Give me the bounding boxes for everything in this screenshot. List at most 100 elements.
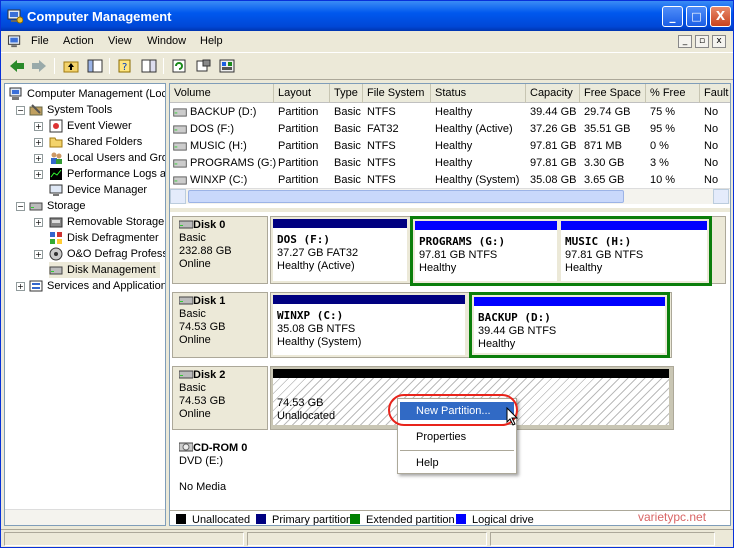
expand-icon[interactable]: + xyxy=(34,138,43,147)
back-arrow-icon[interactable] xyxy=(7,57,27,75)
column-header[interactable]: Layout xyxy=(274,84,330,103)
disk-status: Online xyxy=(179,258,211,270)
table-row[interactable]: WINXP (C:) Partition Basic NTFS Healthy (Sys… xyxy=(170,172,730,189)
scroll-left-button[interactable] xyxy=(170,189,186,204)
column-header[interactable]: Type xyxy=(330,84,363,103)
disk-settings-icon[interactable] xyxy=(217,57,237,75)
partition-bar xyxy=(561,221,707,230)
table-row[interactable]: PROGRAMS (G:) Partition Basic NTFS Healthy 97… xyxy=(170,155,730,172)
tree-label: Local Users and Gro xyxy=(67,152,166,164)
close-button[interactable]: X xyxy=(710,6,731,27)
tree-horizontal-scrollbar[interactable] xyxy=(5,509,165,525)
partition-programs-g[interactable]: PROGRAMS (G:) 97.81 GB NTFS Healthy xyxy=(415,221,557,281)
disk-name: CD-ROM 0 xyxy=(193,442,248,454)
scroll-right-button[interactable] xyxy=(713,189,729,204)
partition-name: WINXP (C:) xyxy=(277,309,344,322)
partition-name: MUSIC (H:) xyxy=(565,235,632,248)
column-header[interactable]: Status xyxy=(431,84,526,103)
scrollbar-thumb[interactable] xyxy=(188,190,624,203)
table-cell: NTFS xyxy=(367,106,396,118)
partition-dos-f[interactable]: DOS (F:) 37.27 GB FAT32 Healthy (Active) xyxy=(273,219,407,281)
disk-status: Online xyxy=(179,408,211,420)
table-cell: 75 % xyxy=(650,106,676,118)
table-row[interactable]: MUSIC (H:) Partition Basic NTFS Healthy 97.81… xyxy=(170,138,730,155)
table-cell: 10 % xyxy=(650,174,676,186)
legend-swatch xyxy=(256,514,266,524)
table-cell: 3.30 GB xyxy=(584,157,625,169)
tree-item-disk-management[interactable]: Disk Management xyxy=(49,262,160,278)
table-cell: Basic xyxy=(334,174,361,186)
menu-item-properties[interactable]: Properties xyxy=(400,428,514,446)
disk-1-label[interactable]: Disk 1 Basic 74.53 GB Online xyxy=(172,292,268,358)
menu-view[interactable]: View xyxy=(108,35,132,47)
legend-label: Logical drive xyxy=(472,514,534,526)
event-viewer-icon xyxy=(49,119,63,133)
table-row[interactable]: DOS (F:) Partition Basic FAT32 Healthy (Acti… xyxy=(170,121,730,138)
console-tree: Computer Management (Loc − System Tools … xyxy=(4,83,166,526)
svg-text:?: ? xyxy=(122,62,127,73)
table-cell: 97.81 GB xyxy=(530,140,577,152)
partition-backup-d[interactable]: BACKUP (D:) 39.44 GB NTFS Healthy xyxy=(474,297,665,353)
app-menu-icon[interactable] xyxy=(7,34,23,49)
forward-arrow-icon[interactable] xyxy=(29,57,49,75)
menu-action[interactable]: Action xyxy=(63,35,94,47)
partition-status: Healthy xyxy=(419,262,457,274)
volume-list-horizontal-scrollbar[interactable] xyxy=(170,188,730,204)
child-minimize-button[interactable]: _ xyxy=(678,35,692,48)
partition-status: Unallocated xyxy=(277,410,336,422)
tree-label: Services and Application xyxy=(47,280,166,292)
legend-logical-drive: Logical drive xyxy=(456,514,534,526)
minimize-button[interactable]: _ xyxy=(662,6,683,27)
hard-disk-icon xyxy=(178,296,194,305)
up-folder-icon[interactable] xyxy=(61,57,81,75)
partition-name: PROGRAMS (G:) xyxy=(419,235,506,248)
expand-icon[interactable]: + xyxy=(34,122,43,131)
maximize-button[interactable]: □ xyxy=(686,6,707,27)
export-list-icon[interactable] xyxy=(139,57,159,75)
properties-icon[interactable] xyxy=(193,57,213,75)
collapse-icon[interactable]: − xyxy=(16,106,25,115)
table-cell: Partition xyxy=(278,140,319,152)
menu-file[interactable]: File xyxy=(31,35,49,47)
disk-size: 74.53 GB xyxy=(179,321,226,333)
refresh-icon[interactable] xyxy=(169,57,189,75)
partition-winxp-c[interactable]: WINXP (C:) 35.08 GB NTFS Healthy (System) xyxy=(273,295,465,355)
drive-icon xyxy=(173,108,187,117)
column-header[interactable]: File System xyxy=(363,84,431,103)
child-close-button[interactable]: x xyxy=(712,35,726,48)
tree-label: Storage xyxy=(47,200,86,212)
column-header[interactable]: % Free xyxy=(646,84,700,103)
expand-icon[interactable]: + xyxy=(34,218,43,227)
expand-icon[interactable]: + xyxy=(34,170,43,179)
partition-music-h[interactable]: MUSIC (H:) 97.81 GB NTFS Healthy xyxy=(561,221,707,281)
child-restore-button[interactable]: ▫ xyxy=(695,35,709,48)
expand-icon[interactable]: + xyxy=(34,154,43,163)
menu-window[interactable]: Window xyxy=(147,35,186,47)
disk-size: 74.53 GB xyxy=(179,395,226,407)
table-row[interactable]: BACKUP (D:) Partition Basic NTFS Healthy 39.4… xyxy=(170,104,730,121)
disk-type: Basic xyxy=(179,308,206,320)
column-header[interactable]: Fault xyxy=(700,84,730,103)
table-cell: Partition xyxy=(278,123,319,135)
expand-icon[interactable]: + xyxy=(34,250,43,259)
column-header[interactable]: Capacity xyxy=(526,84,580,103)
table-cell: No xyxy=(704,157,719,169)
help-topic-icon[interactable]: ? xyxy=(115,57,135,75)
menu-help[interactable]: Help xyxy=(200,35,223,47)
table-cell: Healthy xyxy=(435,106,473,118)
drive-icon xyxy=(173,176,187,185)
menu-item-help[interactable]: Help xyxy=(400,454,514,472)
show-hide-tree-icon[interactable] xyxy=(85,57,105,75)
collapse-icon[interactable]: − xyxy=(16,202,25,211)
expand-icon[interactable]: + xyxy=(16,282,25,291)
disk-2-label[interactable]: Disk 2 Basic 74.53 GB Online xyxy=(172,366,268,430)
cdrom-0-label[interactable]: CD-ROM 0 DVD (E:) No Media xyxy=(172,438,268,506)
partition-name: DOS (F:) xyxy=(277,233,330,246)
table-cell: 97.81 GB xyxy=(530,157,577,169)
window-title: Computer Management xyxy=(27,9,172,24)
disk-0-label[interactable]: Disk 0 Basic 232.88 GB Online xyxy=(172,216,268,284)
column-header[interactable]: Volume xyxy=(170,84,274,103)
title-bar[interactable]: Computer Management _ □ X xyxy=(1,1,733,31)
partition-bar xyxy=(415,221,557,230)
column-header[interactable]: Free Space xyxy=(580,84,646,103)
